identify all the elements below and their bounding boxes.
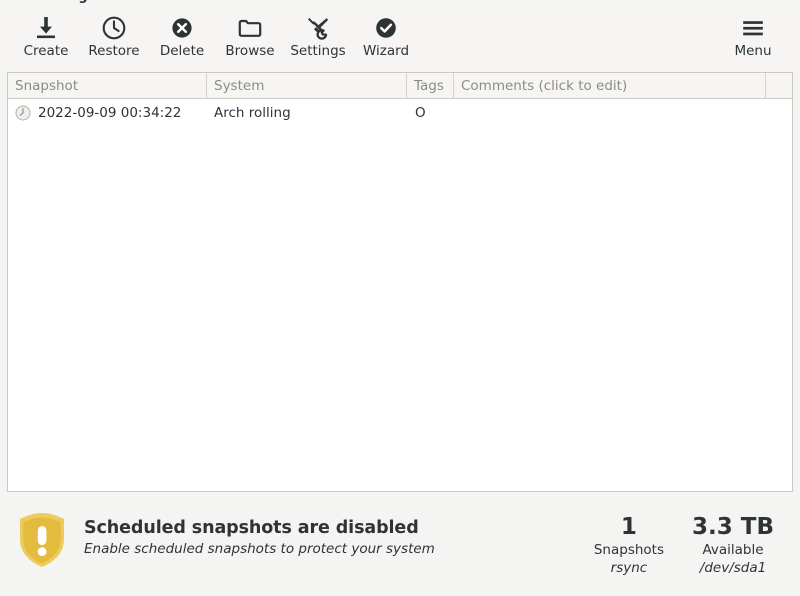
status-text-block: Scheduled snapshots are disabled Enable … [84, 511, 435, 558]
tools-icon [304, 14, 332, 42]
browse-button-label: Browse [225, 43, 275, 59]
folder-icon [236, 14, 264, 42]
menu-button[interactable]: Menu [720, 10, 786, 63]
cell-snapshot[interactable]: 2022-09-09 00:34:22 [8, 99, 207, 127]
stat-available-label: Available [702, 542, 764, 559]
check-circle-icon [372, 14, 400, 42]
settings-button-label: Settings [290, 43, 346, 59]
stat-available-value: 3.3 TB [692, 514, 774, 540]
toolbar-right: Menu [720, 4, 800, 63]
status-bar: Scheduled snapshots are disabled Enable … [0, 497, 800, 596]
shield-warning-icon [16, 511, 68, 569]
cell-comments[interactable] [454, 99, 792, 127]
browse-button[interactable]: Browse [216, 10, 284, 63]
stat-snapshots-note: rsync [610, 560, 648, 577]
status-title: Scheduled snapshots are disabled [84, 518, 419, 538]
create-button-label: Create [23, 43, 69, 59]
snapshot-list-header: Snapshot System Tags Comments (click to … [8, 73, 792, 99]
status-subtitle: Enable scheduled snapshots to protect yo… [84, 541, 435, 558]
snapshot-list-panel: Snapshot System Tags Comments (click to … [7, 72, 793, 492]
create-button[interactable]: Create [12, 10, 80, 63]
hamburger-icon [739, 14, 767, 42]
cell-system[interactable]: Arch rolling [207, 99, 407, 127]
cell-tags[interactable]: O [407, 99, 454, 127]
delete-button-label: Delete [159, 43, 205, 59]
timeshift-window: Timeshift-gtk Create [0, 0, 800, 596]
stat-available: 3.3 TB Available /dev/sda1 [692, 514, 774, 577]
column-header-extra[interactable] [766, 73, 792, 98]
close-circle-icon [168, 14, 196, 42]
column-header-comments[interactable]: Comments (click to edit) [454, 73, 766, 98]
wizard-button[interactable]: Wizard [352, 10, 420, 63]
status-stats: 1 Snapshots rsync 3.3 TB Available /dev/… [594, 507, 784, 576]
download-arrow-icon [32, 14, 60, 42]
column-header-snapshot[interactable]: Snapshot [8, 73, 207, 98]
restore-button-label: Restore [88, 43, 140, 59]
stat-snapshots: 1 Snapshots rsync [593, 514, 665, 577]
stat-snapshots-value: 1 [620, 514, 637, 540]
toolbar-actions: Create Restore Delete Browse Settings Wi… [0, 4, 420, 63]
cell-snapshot-text: 2022-09-09 00:34:22 [38, 105, 182, 121]
settings-button[interactable]: Settings [284, 10, 352, 63]
wizard-button-label: Wizard [362, 43, 410, 59]
clock-icon [100, 14, 128, 42]
clock-badge-icon [15, 105, 31, 121]
stat-available-note: /dev/sda1 [699, 560, 767, 577]
main-toolbar: Create Restore Delete Browse Settings Wi… [0, 4, 800, 69]
status-message: Scheduled snapshots are disabled Enable … [16, 507, 435, 569]
column-header-system[interactable]: System [207, 73, 407, 98]
stat-snapshots-label: Snapshots [593, 542, 665, 559]
snapshot-list-body: 2022-09-09 00:34:22 Arch rolling O [8, 99, 792, 127]
delete-button[interactable]: Delete [148, 10, 216, 63]
column-header-tags[interactable]: Tags [407, 73, 454, 98]
restore-button[interactable]: Restore [80, 10, 148, 63]
table-row[interactable]: 2022-09-09 00:34:22 Arch rolling O [8, 99, 792, 127]
menu-button-label: Menu [734, 43, 772, 59]
